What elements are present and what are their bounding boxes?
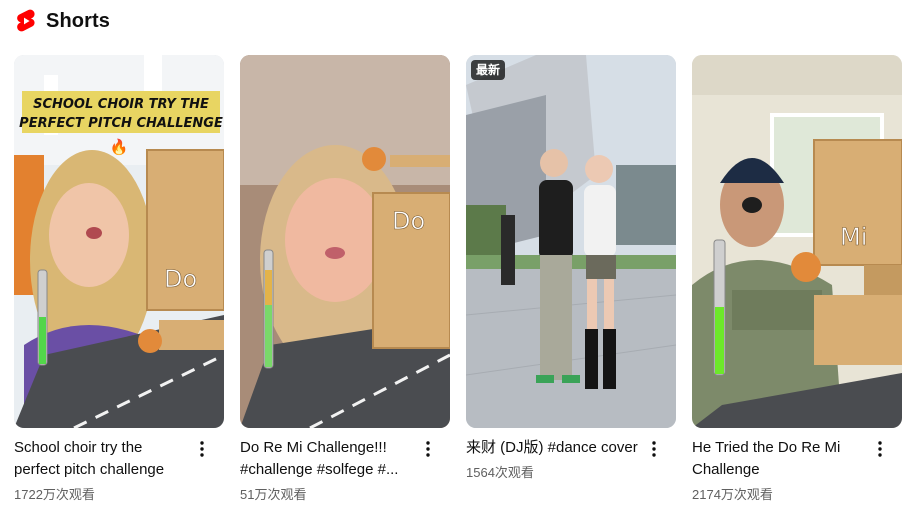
view-count: 1564次观看 <box>466 465 534 480</box>
more-actions-button[interactable] <box>642 437 666 461</box>
thumbnail-image: Mi <box>692 55 902 428</box>
short-thumbnail[interactable]: 最新 <box>466 55 676 428</box>
overlay-banner-line: SCHOOL CHOIR TRY THE <box>33 97 209 112</box>
short-meta: School choir try the perfect pitch chall… <box>14 437 224 504</box>
door-label: Do <box>392 207 425 235</box>
more-actions-button[interactable] <box>190 437 214 461</box>
more-vertical-icon <box>200 441 204 457</box>
short-thumbnail[interactable]: Do <box>240 55 450 428</box>
short-meta: 来财 (DJ版) #dance cover 1564次观看 <box>466 437 676 482</box>
door-label: Do <box>164 265 197 293</box>
view-count: 51万次观看 <box>240 487 307 502</box>
more-vertical-icon <box>652 441 656 457</box>
short-card[interactable]: Do Do Re Mi Challenge!!! #challenge #sol… <box>240 55 450 505</box>
short-card[interactable]: 最新 来财 (DJ版) #dance cover 1564次观看 <box>466 55 676 505</box>
short-title[interactable]: Do Re Mi Challenge!!! #challenge #solfeg… <box>240 437 416 481</box>
new-badge: 最新 <box>471 60 506 80</box>
short-meta: Do Re Mi Challenge!!! #challenge #solfeg… <box>240 437 450 504</box>
short-title[interactable]: He Tried the Do Re Mi Challenge <box>692 437 868 481</box>
shelf-header: Shorts <box>16 8 110 34</box>
shelf-title[interactable]: Shorts <box>46 10 110 33</box>
more-actions-button[interactable] <box>868 437 892 461</box>
short-card[interactable]: Mi He Tried the Do Re Mi Challenge 2174万… <box>692 55 902 505</box>
more-vertical-icon <box>426 441 430 457</box>
short-title[interactable]: 来财 (DJ版) #dance cover <box>466 437 642 459</box>
door-label: Mi <box>840 223 867 251</box>
thumbnail-image: Do <box>240 55 450 428</box>
view-count: 1722万次观看 <box>14 487 95 502</box>
more-actions-button[interactable] <box>416 437 440 461</box>
overlay-banner-line: PERFECT PITCH CHALLENGE <box>19 116 223 131</box>
youtube-shorts-logo-icon <box>17 9 35 32</box>
shorts-shelf: Do SCHOOL CHOIR TRY THE PERFECT PITCH CH… <box>14 55 904 505</box>
more-vertical-icon <box>878 441 882 457</box>
thumbnail-image <box>466 55 676 428</box>
short-thumbnail[interactable]: Mi <box>692 55 902 428</box>
thumbnail-image: Do SCHOOL CHOIR TRY THE PERFECT PITCH CH… <box>14 55 224 428</box>
short-card[interactable]: Do SCHOOL CHOIR TRY THE PERFECT PITCH CH… <box>14 55 224 505</box>
short-title[interactable]: School choir try the perfect pitch chall… <box>14 437 190 481</box>
short-meta: He Tried the Do Re Mi Challenge 2174万次观看 <box>692 437 902 504</box>
short-thumbnail[interactable]: Do SCHOOL CHOIR TRY THE PERFECT PITCH CH… <box>14 55 224 428</box>
overlay-emoji: 🔥 <box>110 138 129 156</box>
view-count: 2174万次观看 <box>692 487 773 502</box>
